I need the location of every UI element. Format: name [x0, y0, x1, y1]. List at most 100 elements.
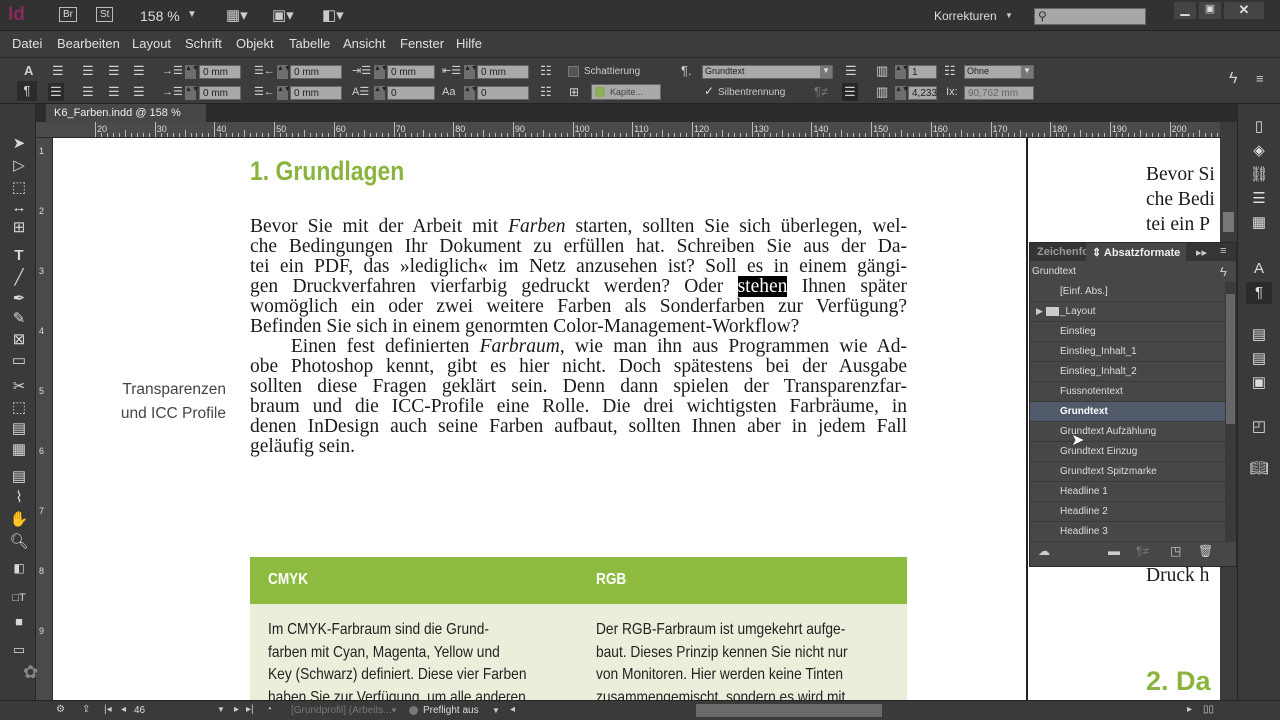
next-page-icon[interactable]: ▸ [234, 704, 239, 715]
align-center-icon[interactable]: ☰ [82, 64, 94, 78]
layers-panel-icon[interactable]: ◈ [1246, 140, 1272, 162]
style-list-item[interactable]: Einstieg [1030, 322, 1225, 342]
style-group-item[interactable]: ▶ _Layout [1030, 302, 1225, 322]
content-collector-icon[interactable]: ⊞ [9, 218, 29, 238]
justify-left-icon[interactable]: ☰ [48, 83, 64, 101]
style-list-item[interactable]: Headline 3 [1030, 522, 1225, 542]
paragraph-mode-icon[interactable]: ¶ [17, 81, 37, 101]
horizontal-ruler[interactable]: 20 30 40 50 60 70 80 90 100 110 120 130 140 150 160 170… [36, 122, 1220, 138]
last-page-icon[interactable]: ▸| [246, 704, 254, 715]
maximize-button[interactable]: ▣ [1199, 2, 1221, 19]
align-left-icon[interactable]: ☰ [52, 64, 64, 78]
menu-bearbeiten[interactable]: Bearbeiten [57, 36, 120, 51]
columns-field[interactable]: 1 [908, 65, 937, 79]
hand-tool-icon[interactable]: ✋ [9, 510, 29, 530]
settings-icon[interactable]: ⚙ [56, 704, 65, 715]
rectangle-tool-icon[interactable]: ▭ [9, 351, 29, 371]
bulleted-list-icon[interactable]: ☷ [540, 64, 552, 78]
chevron-down-icon[interactable]: ▼ [187, 9, 197, 20]
search-input[interactable]: ⚲ [1034, 8, 1146, 25]
justify-all-icon[interactable]: ☰ [133, 85, 145, 99]
style-list-item[interactable]: Grundtext Aufzählung [1030, 422, 1225, 442]
panel-menu-icon[interactable]: ≡ [1220, 245, 1226, 257]
page-tool-icon[interactable]: ⬚ [9, 178, 29, 198]
menu-ansicht[interactable]: Ansicht [343, 36, 386, 51]
style-list-item[interactable]: Einstieg_Inhalt_2 [1030, 362, 1225, 382]
split-view-icon[interactable]: ▯▯ [1203, 704, 1214, 715]
pencil-tool-icon[interactable]: ✎ [9, 309, 29, 329]
justify-center-icon[interactable]: ☰ [82, 85, 94, 99]
right-indent-field[interactable]: 0 mm [290, 65, 342, 79]
style-list-item[interactable]: Headline 1 [1030, 482, 1225, 502]
bridge-button[interactable]: Br [59, 7, 77, 22]
swatches-panel-icon[interactable]: ▦ [1246, 212, 1272, 234]
links-panel-icon[interactable]: ⛓ [1246, 164, 1272, 186]
shading-checkbox[interactable] [568, 66, 579, 77]
space-before-field[interactable]: 0 mm [387, 65, 435, 79]
justify-right-icon[interactable]: ☰ [108, 85, 120, 99]
preflight-status[interactable]: Preflight aus [423, 705, 479, 716]
scissors-tool-icon[interactable]: ✂ [9, 377, 29, 397]
paragraph-style-dropdown[interactable]: Grundtext ▼ [702, 65, 833, 79]
hyphenation-checkbox[interactable]: ✓ [704, 84, 714, 98]
columns-stepper[interactable]: ▲▼ [895, 65, 909, 79]
vertical-ruler[interactable]: 1 2 3 4 5 6 7 8 9 [36, 138, 53, 700]
workspace-switcher[interactable]: Korrekturen [934, 9, 997, 23]
dropcap-chars-stepper[interactable]: ▲▼ [464, 86, 478, 100]
last-line-indent-stepper[interactable]: ▲▼ [277, 86, 291, 100]
style-list-item[interactable]: Grundtext Spitzmarke [1030, 462, 1225, 482]
direct-selection-tool-icon[interactable]: ▷ [9, 156, 29, 176]
zoom-tool-icon[interactable]: 🔍︎ [9, 532, 29, 552]
style-list-item[interactable]: Headline 2 [1030, 502, 1225, 522]
dropcap-lines-field[interactable]: 0 [387, 86, 435, 100]
previous-page-icon[interactable]: ◂ [121, 704, 126, 715]
grid-align-icon[interactable]: ☰ [842, 83, 858, 101]
page-number-field[interactable]: 46 [134, 705, 145, 716]
character-mode-icon[interactable]: A [24, 64, 33, 78]
first-line-indent-stepper[interactable]: ▲▼ [185, 86, 199, 100]
left-indent-field[interactable]: 0 mm [199, 65, 241, 79]
table-panel-icon[interactable]: ▤ [1246, 324, 1272, 346]
scroll-thumb[interactable] [1223, 212, 1234, 232]
formatting-affects-text-icon[interactable]: □T [9, 588, 29, 608]
scroll-left-icon[interactable]: ◂ [510, 704, 515, 715]
rectangle-frame-tool-icon[interactable]: ⊠ [9, 330, 29, 350]
style-list-item[interactable]: Fussnotentext [1030, 382, 1225, 402]
selection-tool-icon[interactable]: ➤ [9, 134, 29, 154]
first-page-icon[interactable]: |◂ [104, 704, 112, 715]
clear-overrides-icon[interactable]: ¶≠ [814, 85, 828, 99]
chevron-down-icon[interactable]: ▼ [1005, 11, 1013, 20]
horizontal-scroll-thumb[interactable] [696, 704, 882, 717]
gradient-feather-tool-icon[interactable]: ▦ [9, 440, 29, 460]
span-dropdown[interactable]: Ohne ▼ [964, 65, 1034, 79]
first-line-indent-field[interactable]: 0 mm [199, 86, 241, 100]
normal-view-icon[interactable]: ■ [9, 612, 29, 632]
paragraph-styles-icon[interactable]: ¶ [1246, 282, 1272, 304]
scroll-right-icon[interactable]: ▸ [1187, 704, 1192, 715]
chevron-down-icon[interactable]: ▼ [390, 706, 398, 715]
expand-arrow-icon[interactable]: ▶ [1036, 306, 1043, 317]
menu-objekt[interactable]: Objekt [236, 36, 274, 51]
line-tool-icon[interactable]: ╱ [9, 268, 29, 288]
screen-mode-icon[interactable]: ▭ [9, 640, 29, 660]
pen-tool-icon[interactable]: ✒ [9, 289, 29, 309]
x-position-field[interactable]: 90,762 mm [964, 86, 1034, 100]
free-transform-tool-icon[interactable]: ⬚ [9, 398, 29, 418]
delete-style-icon[interactable]: 🗑︎ [1198, 544, 1213, 558]
chevron-down-icon[interactable]: ▼ [217, 705, 225, 714]
minimize-button[interactable]: ▁ [1174, 2, 1196, 19]
style-list-item[interactable]: [Einf. Abs.] [1030, 282, 1225, 302]
align-right-icon[interactable]: ☰ [108, 64, 120, 78]
open-share-icon[interactable]: ⇪ [82, 704, 90, 715]
character-styles-icon[interactable]: A [1246, 258, 1272, 280]
new-group-icon[interactable]: ▬ [1108, 544, 1120, 558]
eyedropper-tool-icon[interactable]: ⌇ [9, 488, 29, 508]
align-towards-spine-icon[interactable]: ☰ [133, 64, 145, 78]
style-list-item[interactable]: Grundtext [1030, 402, 1225, 422]
close-button[interactable]: ✕ [1224, 2, 1264, 19]
stroke-panel-icon[interactable]: ☰ [1246, 188, 1272, 210]
style-list-item[interactable]: Einstieg_Inhalt_1 [1030, 342, 1225, 362]
gutter-field[interactable]: 4,233 [908, 86, 937, 100]
clear-overrides-icon[interactable]: ¶≠ [1136, 544, 1149, 558]
space-after-stepper[interactable]: ▲▼ [464, 65, 478, 79]
